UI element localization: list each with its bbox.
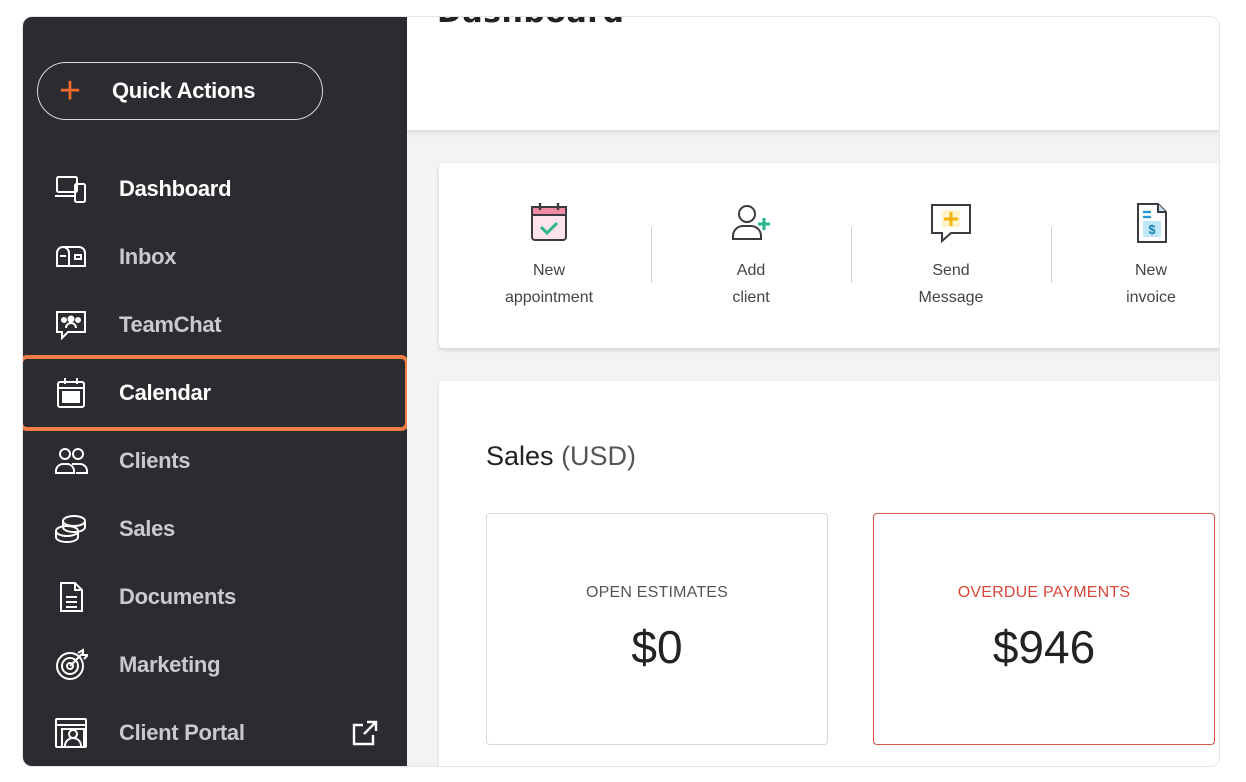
main-content: Dashboard New appointment Add clien [407,17,1219,766]
add-client-button[interactable]: Add client [651,199,851,311]
app-window: + Quick Actions Dashboard Inbox TeamChat… [22,16,1220,767]
sidebar-item-documents[interactable]: Documents [23,563,407,631]
sidebar-item-sales[interactable]: Sales [23,495,407,563]
open-estimates-tile[interactable]: OPEN ESTIMATES $0 [486,513,828,745]
sidebar-item-calendar[interactable]: Calendar [23,359,407,427]
svg-text:$: $ [1148,222,1156,237]
sidebar-item-label: Inbox [119,244,177,269]
sidebar-item-marketing[interactable]: Marketing [23,631,407,699]
new-appointment-label: New appointment [449,257,649,311]
sidebar-item-label: Documents [119,584,237,609]
qa-label-line2: invoice [1126,289,1176,306]
add-client-icon [651,199,851,247]
send-message-label: Send Message [851,257,1051,311]
sales-card: Sales (USD) OPEN ESTIMATES $0 OVERDUE PA… [439,381,1219,766]
qa-label-line1: Add [736,262,766,279]
sidebar-item-clients[interactable]: Clients [23,427,407,495]
sidebar-item-label: Client Portal [119,720,245,745]
new-invoice-icon: $ [1051,199,1219,247]
qa-label-line1: New [532,262,565,279]
qa-label-line1: Send [932,262,970,279]
page-title: Dashboard [437,17,624,30]
quick-links-card: New appointment Add client Send Message … [439,163,1219,348]
external-link-icon[interactable] [351,719,379,747]
qa-label-line1: New [1134,262,1167,279]
qa-label-line2: appointment [504,289,594,306]
sales-unit: (USD) [561,441,637,471]
qa-label-line2: Message [918,289,984,306]
sidebar-item-dashboard[interactable]: Dashboard [23,155,407,223]
new-invoice-button[interactable]: $ New invoice [1051,199,1219,311]
sales-title-text: Sales [486,441,554,471]
sidebar-item-label: Sales [119,516,175,541]
sidebar-item-label: Marketing [119,652,221,677]
overdue-payments-tile[interactable]: OVERDUE PAYMENTS $946 [873,513,1215,745]
new-appointment-icon [449,199,649,247]
mailbox-icon [49,235,93,279]
header-bar: Dashboard [407,17,1219,130]
sidebar-nav: Dashboard Inbox TeamChat Calendar Client… [23,155,407,766]
open-estimates-label: OPEN ESTIMATES [585,584,729,601]
new-appointment-button[interactable]: New appointment [449,199,649,311]
sidebar-item-client-portal[interactable]: Client Portal [23,699,407,766]
new-invoice-label: New invoice [1051,257,1219,311]
target-icon [49,643,93,687]
sidebar-item-label: TeamChat [119,312,222,337]
coins-icon [49,507,93,551]
calendar-icon [49,371,93,415]
sidebar-item-label: Clients [119,448,191,473]
sidebar: + Quick Actions Dashboard Inbox TeamChat… [23,17,409,766]
send-message-icon [851,199,1051,247]
sidebar-item-label: Dashboard [119,176,232,201]
quick-actions-label: Quick Actions [112,78,256,103]
overdue-payments-label: OVERDUE PAYMENTS [957,584,1131,601]
overdue-payments-value: $946 [992,621,1096,673]
add-client-label: Add client [651,257,851,311]
sales-title: Sales (USD) [486,441,636,472]
devices-icon [49,167,93,211]
team-chat-icon [49,303,93,347]
qa-label-line2: client [732,289,770,306]
plus-icon: + [58,70,82,112]
send-message-button[interactable]: Send Message [851,199,1051,311]
open-estimates-value: $0 [631,621,683,673]
portal-icon [49,711,93,755]
sidebar-item-label: Calendar [119,380,211,405]
quick-actions-button[interactable]: + Quick Actions [37,62,323,120]
clients-icon [49,439,93,483]
sidebar-item-inbox[interactable]: Inbox [23,223,407,291]
document-icon [49,575,93,619]
sidebar-item-teamchat[interactable]: TeamChat [23,291,407,359]
